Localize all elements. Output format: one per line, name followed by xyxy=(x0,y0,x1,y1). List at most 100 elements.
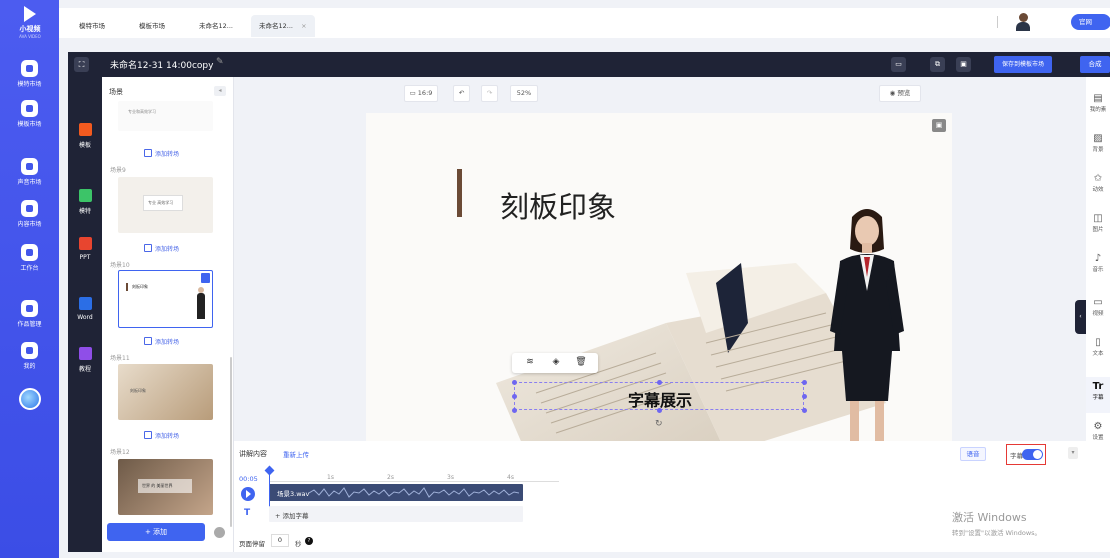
rail-item-template-market[interactable]: 模板市场 xyxy=(0,100,59,128)
save-icon[interactable]: ▣ xyxy=(956,57,971,72)
scene-thumb-10-selected[interactable]: 刻板印象 xyxy=(118,270,213,328)
preview-button[interactable]: ◉ 预览 xyxy=(879,85,921,102)
resize-handle[interactable] xyxy=(657,380,662,385)
resize-handle[interactable] xyxy=(512,408,517,413)
background-icon: ▨ xyxy=(1093,133,1103,144)
close-icon[interactable]: × xyxy=(301,22,306,30)
template-icon xyxy=(78,123,92,136)
fullscreen-icon[interactable]: ⛶ xyxy=(74,57,89,72)
scene-thumb-9[interactable]: 专业 高效学习 xyxy=(118,177,213,233)
rb-subtitle-active[interactable]: Tr 字幕 xyxy=(1086,377,1110,413)
rb-music[interactable]: ♪ 音乐 xyxy=(1086,253,1110,273)
tab-untitled-1[interactable]: 未命名12... xyxy=(199,15,233,37)
rb-text[interactable]: ▯ 文本 xyxy=(1086,337,1110,357)
rb-image[interactable]: ◫ 图片 xyxy=(1086,213,1110,233)
delete-scene-icon[interactable] xyxy=(201,273,210,283)
right-toolbar: ▤ 我的素 ▨ 背景 ✩ 动效 ◫ 图片 ♪ 音乐 ▭ 视频 ▯ 文本 Tr 字幕 ⚙ 设置 xyxy=(1086,77,1110,552)
windows-activation-watermark: 激活 Windows 转到"设置"以激活 Windows。 xyxy=(952,511,1042,537)
subtitle-track[interactable]: + 添加字幕 xyxy=(269,506,523,522)
zoom-level[interactable]: 52% xyxy=(510,85,538,102)
avatar[interactable] xyxy=(1014,12,1032,31)
trash-icon[interactable]: ▾ xyxy=(1068,447,1078,459)
rail-item-content-market[interactable]: 内容市场 xyxy=(0,200,59,228)
help-icon[interactable]: ? xyxy=(305,537,313,545)
chevron-left-icon[interactable]: ‹ xyxy=(1075,300,1086,334)
document-title: 未命名12-31 14:00copy xyxy=(110,61,214,71)
reupload-link[interactable]: 重新上传 xyxy=(283,449,309,459)
voice-market-icon xyxy=(21,158,38,175)
resize-handle[interactable] xyxy=(802,380,807,385)
rail-item-model-market[interactable]: 模特市场 xyxy=(0,60,59,88)
image-replace-icon[interactable]: ▣ xyxy=(932,119,946,132)
sec-item-word[interactable]: Word xyxy=(68,297,102,321)
redo-icon[interactable]: ↷ xyxy=(481,85,498,102)
presenter-avatar[interactable] xyxy=(822,201,912,441)
rb-video[interactable]: ▭ 视频 xyxy=(1086,297,1110,317)
add-transition-button[interactable]: 添加转场 xyxy=(144,244,179,253)
play-button[interactable] xyxy=(241,487,255,501)
resize-handle[interactable] xyxy=(512,394,517,399)
layout-icon[interactable]: ▭ xyxy=(891,57,906,72)
editor-toolbar: ⛶ 未命名12-31 14:00copy ✎ ▭ ⧉ ▣ 保存到模板市场 合成 xyxy=(68,52,1110,77)
aspect-ratio-select[interactable]: ▭ 16:9 xyxy=(404,85,438,102)
collapse-icon[interactable]: ◂ xyxy=(214,86,226,96)
rail-item-workbench[interactable]: 工作台 xyxy=(0,244,59,272)
tab-bar: 模特市场 模板市场 未命名12... 未命名12... × 官网 xyxy=(59,8,1110,38)
add-subtitle-button[interactable]: + 添加字幕 xyxy=(275,510,309,520)
save-to-template-market-button[interactable]: 保存到模板市场 xyxy=(994,56,1052,73)
model-market-icon xyxy=(21,60,38,77)
playhead[interactable] xyxy=(269,467,270,511)
rb-background[interactable]: ▨ 背景 xyxy=(1086,133,1110,153)
gear-icon[interactable] xyxy=(214,527,225,538)
rail-item-voice-market[interactable]: 声音市场 xyxy=(0,158,59,186)
tab-model-market[interactable]: 模特市场 xyxy=(79,15,105,37)
add-scene-button[interactable]: + 添加 xyxy=(107,523,205,541)
caption-box[interactable]: 字幕展示 xyxy=(512,380,807,413)
sec-item-ppt[interactable]: PPT xyxy=(68,237,102,261)
undo-icon[interactable]: ↶ xyxy=(453,85,470,102)
layers-icon[interactable]: ≋ xyxy=(524,356,536,368)
tutorial-icon xyxy=(78,347,92,360)
compose-button[interactable]: 合成 xyxy=(1080,56,1110,73)
slide-canvas[interactable]: 刻板印象 ≋ ◈ 🗑 字幕展示 ↻ ▣ xyxy=(366,113,952,441)
scene-thumb-11[interactable]: 刻板印象 xyxy=(118,364,213,420)
add-transition-button[interactable]: 添加转场 xyxy=(144,149,179,158)
resize-handle[interactable] xyxy=(802,408,807,413)
voice-button[interactable]: 语音 xyxy=(960,447,986,461)
rail-item-mine[interactable]: 我的 xyxy=(0,342,59,370)
slide-title[interactable]: 刻板印象 xyxy=(500,184,616,226)
tab-untitled-2[interactable]: 未命名12... × xyxy=(251,15,315,37)
add-transition-button[interactable]: 添加转场 xyxy=(144,337,179,346)
tab-template-market[interactable]: 模板市场 xyxy=(139,15,165,37)
subtitle-toggle[interactable] xyxy=(1022,449,1043,460)
globe-icon[interactable] xyxy=(19,388,41,410)
scene-label: 场景12 xyxy=(110,449,130,456)
scrollbar[interactable] xyxy=(230,357,232,527)
rail-item-works[interactable]: 作品管理 xyxy=(0,300,59,328)
add-transition-button[interactable]: 添加转场 xyxy=(144,431,179,440)
rb-settings[interactable]: ⚙ 设置 xyxy=(1086,421,1110,441)
trash-icon[interactable]: 🗑 xyxy=(575,356,587,368)
copy-icon[interactable]: ⧉ xyxy=(930,57,945,72)
scene-thumb-12[interactable]: 世界 的 美丽世界 xyxy=(118,459,213,515)
rotate-icon[interactable]: ↻ xyxy=(655,419,663,429)
sec-item-tutorial[interactable]: 教程 xyxy=(68,347,102,373)
cube-icon[interactable]: ◈ xyxy=(550,356,562,368)
resize-handle[interactable] xyxy=(802,394,807,399)
rb-my-assets[interactable]: ▤ 我的素 xyxy=(1086,93,1110,113)
audio-track[interactable]: 场景3.wav xyxy=(269,484,523,501)
resize-handle[interactable] xyxy=(657,408,662,413)
official-site-button[interactable]: 官网 xyxy=(1071,14,1110,30)
main-rail: 小视频 AVA VIDEO 模特市场 模板市场 声音市场 内容市场 工作台 作品… xyxy=(0,0,59,558)
mine-icon xyxy=(21,342,38,359)
folder-icon: ▤ xyxy=(1093,93,1103,104)
edit-icon[interactable]: ✎ xyxy=(216,57,224,67)
model-icon xyxy=(78,189,92,202)
sec-item-template[interactable]: 模板 xyxy=(68,123,102,149)
page-stay-input[interactable]: 0 xyxy=(271,534,289,547)
timeline-ruler[interactable]: 1s 2s 3s 4s xyxy=(269,470,559,482)
resize-handle[interactable] xyxy=(512,380,517,385)
rb-effects[interactable]: ✩ 动效 xyxy=(1086,173,1110,193)
sec-item-model[interactable]: 模特 xyxy=(68,189,102,215)
scene-thumb-8[interactable]: 专业和高效学习 xyxy=(118,101,213,131)
